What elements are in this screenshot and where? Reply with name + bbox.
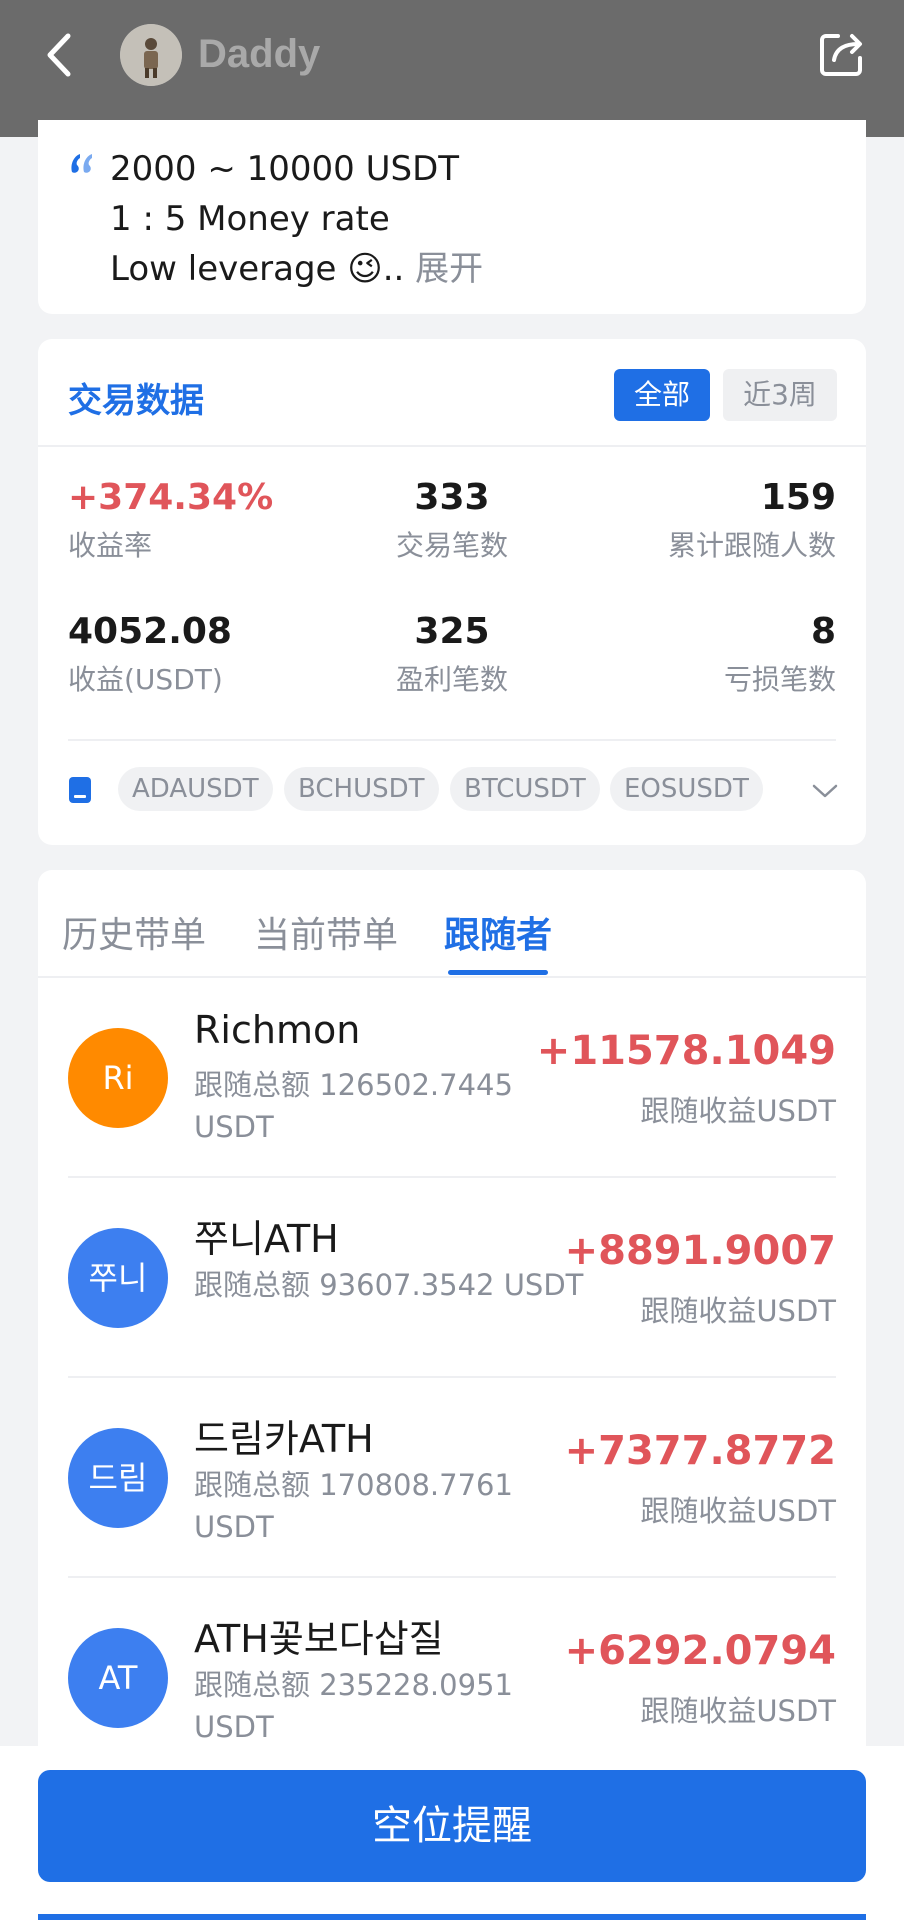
stat-value: 159 — [760, 477, 836, 518]
tab-3-weeks[interactable]: 近3周 — [723, 369, 837, 421]
follower-row[interactable]: 쭈니 쭈니ATH 跟随总额 93607.3542 USDT +8891.9007… — [68, 1178, 836, 1378]
stat-value: 325 — [414, 611, 490, 652]
follow-profit-label: 跟随收益USDT — [640, 1094, 836, 1128]
quote-icon — [71, 154, 92, 173]
stat-value: 8 — [810, 611, 836, 652]
section-title: 交易数据 — [68, 381, 204, 421]
description-line: Low leverage 😉.. — [110, 249, 405, 289]
stat-trades: 333 交易笔数 — [396, 477, 508, 564]
tab-history-orders[interactable]: 历史带单 — [62, 906, 206, 958]
page-title: Daddy — [198, 32, 321, 76]
follow-profit: +6292.0794 — [564, 1628, 836, 1674]
description-card: 2000 ~ 10000 USDT 1 : 5 Money rate Low l… — [38, 120, 866, 314]
follow-profit: +8891.9007 — [564, 1228, 836, 1274]
avatar: 드림 — [68, 1428, 168, 1528]
follower-row[interactable]: Ri Richmon 跟随总额 126502.7445 USDT +11578.… — [68, 978, 836, 1178]
description-text: 2000 ~ 10000 USDT 1 : 5 Money rate Low l… — [110, 144, 483, 294]
follow-amount: 跟随总额 93607.3542 USDT — [194, 1268, 584, 1302]
tab-all[interactable]: 全部 — [614, 369, 710, 421]
share-icon[interactable] — [816, 28, 868, 80]
stat-value: +374.34% — [68, 477, 274, 518]
follower-row[interactable]: 드림 드림카ATH 跟随总额 170808.7761 USDT +7377.87… — [68, 1378, 836, 1578]
stat-label: 收益率 — [68, 529, 153, 562]
follow-amount: 跟随总额 126502.7445 USDT — [194, 1068, 513, 1144]
stat-label: 收益(USDT) — [68, 663, 223, 696]
avatar: Ri — [68, 1028, 168, 1128]
tab-current-orders[interactable]: 当前带单 — [254, 906, 398, 958]
top-bar: Daddy — [0, 0, 904, 137]
stat-label: 盈利笔数 — [395, 663, 509, 696]
divider — [38, 445, 866, 447]
follow-profit: +11578.1049 — [536, 1028, 836, 1074]
follow-profit-label: 跟随收益USDT — [640, 1294, 836, 1328]
stat-followers-total: 159 累计跟随人数 — [668, 477, 836, 564]
vacancy-alert-button[interactable]: 空位提醒 — [38, 1770, 866, 1882]
chevron-down-icon[interactable] — [808, 779, 842, 803]
stat-value: 4052.08 — [68, 611, 232, 652]
back-icon[interactable] — [40, 30, 80, 80]
description-line: 1 : 5 Money rate — [110, 199, 390, 239]
bottom-bar: 空位提醒 — [0, 1746, 904, 1920]
tab-followers[interactable]: 跟随者 — [444, 906, 552, 958]
follow-amount: 跟随总额 170808.7761 USDT — [194, 1468, 513, 1544]
follower-name: ATH꽃보다삽질 — [194, 1617, 444, 1661]
pair-chip[interactable]: ADAUSDT — [118, 767, 273, 811]
follower-name: 드림카ATH — [194, 1417, 374, 1461]
stat-loss-trades: 8 亏损笔数 — [724, 611, 836, 698]
expand-link[interactable]: 展开 — [415, 249, 483, 289]
stat-yield: +374.34% 收益率 — [68, 477, 273, 564]
stat-label: 交易笔数 — [395, 529, 509, 562]
stat-label: 亏损笔数 — [723, 663, 836, 696]
pair-chip[interactable]: EOSUSDT — [610, 767, 763, 811]
pair-chip[interactable]: BCHUSDT — [284, 767, 439, 811]
divider — [68, 739, 836, 741]
follower-name: Richmon — [194, 1008, 361, 1052]
stat-profit: 4052.08 收益(USDT) — [68, 611, 232, 698]
bottom-strip — [38, 1914, 866, 1920]
active-tab-indicator — [448, 970, 548, 975]
follow-profit-label: 跟随收益USDT — [640, 1694, 836, 1728]
avatar: AT — [68, 1628, 168, 1728]
stat-value: 333 — [414, 477, 490, 518]
follow-profit-label: 跟随收益USDT — [640, 1494, 836, 1528]
coin-list-icon — [69, 777, 91, 803]
avatar[interactable] — [120, 24, 182, 86]
follower-name: 쭈니ATH — [194, 1217, 339, 1261]
pair-chip[interactable]: BTCUSDT — [450, 767, 600, 811]
stat-win-trades: 325 盈利笔数 — [396, 611, 508, 698]
description-line: 2000 ~ 10000 USDT — [110, 149, 460, 189]
avatar: 쭈니 — [68, 1228, 168, 1328]
follow-amount: 跟随总额 235228.0951 USDT — [194, 1668, 513, 1744]
trade-data-card: 交易数据 全部 近3周 +374.34% 收益率 333 交易笔数 159 累计… — [38, 339, 866, 845]
stat-label: 累计跟随人数 — [667, 529, 836, 562]
follow-profit: +7377.8772 — [564, 1428, 836, 1474]
